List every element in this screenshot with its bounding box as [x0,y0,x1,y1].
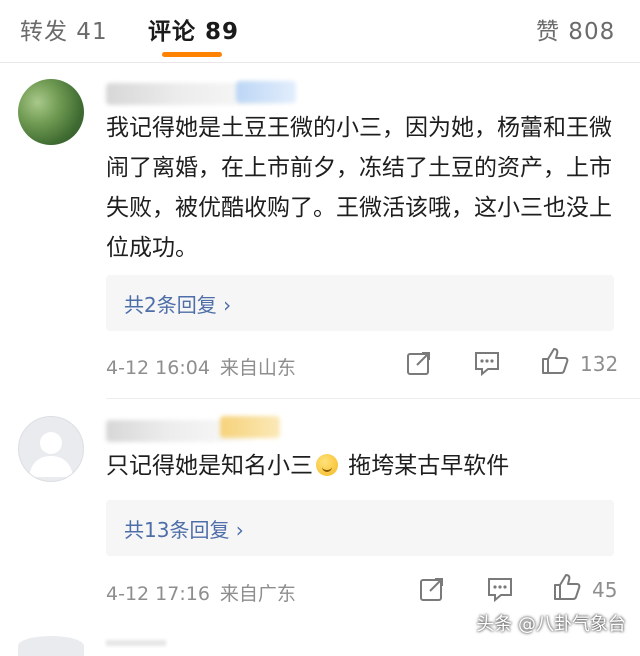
replies-link[interactable]: 共2条回复 › [124,289,231,318]
like-icon[interactable] [552,572,582,602]
smile-emoji-icon [316,454,338,476]
comment-time: 4-12 16:04 [106,357,210,379]
comment-source: 来自广东 [219,583,296,605]
comment-text: 只记得她是知名小三 拖垮某古早软件 [106,446,626,486]
comment-time: 4-12 17:16 [106,583,210,605]
avatar-icon[interactable] [18,416,84,482]
tab-like[interactable]: 赞 808 [536,12,615,46]
comment-meta: 4-12 17:16 来自广东 [106,579,296,606]
replies-link[interactable]: 共13条回复 › [124,514,244,543]
comment-icon[interactable] [486,575,514,603]
avatar[interactable] [18,79,84,145]
watermark: 头条 @八卦气象台 [476,614,626,635]
user-badge-blurred [236,81,296,103]
comment-text: 我记得她是土豆王微的小三，因为她，杨蕾和王微闹了离婚，在上市前夕，冻结了土豆的资… [106,115,612,261]
username-blurred [106,640,166,646]
tab-repost[interactable]: 转发 41 [20,12,108,46]
share-icon[interactable] [418,575,446,603]
user-badge-blurred [220,416,280,438]
comment-source: 来自山东 [219,357,296,379]
like-count: 132 [580,352,619,376]
comment-meta: 4-12 16:04 来自山东 [106,353,296,380]
like-icon[interactable] [540,346,570,376]
comment-text-part: 拖垮某古早软件 [341,453,510,479]
comment-tabs: 转发 41 评论 89 赞 808 [0,0,640,63]
share-icon[interactable] [405,349,433,377]
comment-item: 我记得她是土豆王微的小三，因为她，杨蕾和王微闹了离婚，在上市前夕，冻结了土豆的资… [0,63,640,398]
avatar [18,636,84,656]
replies-box[interactable]: 共2条回复 › [106,275,614,331]
replies-box[interactable]: 共13条回复 › [106,500,614,556]
active-tab-indicator [162,52,222,57]
comment-text-part: 只记得她是知名小三 [106,453,313,479]
comment-item: 只记得她是知名小三 拖垮某古早软件 共13条回复 › 4-12 17:16 来自广… [0,398,640,613]
tab-comment[interactable]: 评论 89 [148,12,239,46]
like-count: 45 [592,578,618,602]
comment-icon[interactable] [473,349,501,377]
